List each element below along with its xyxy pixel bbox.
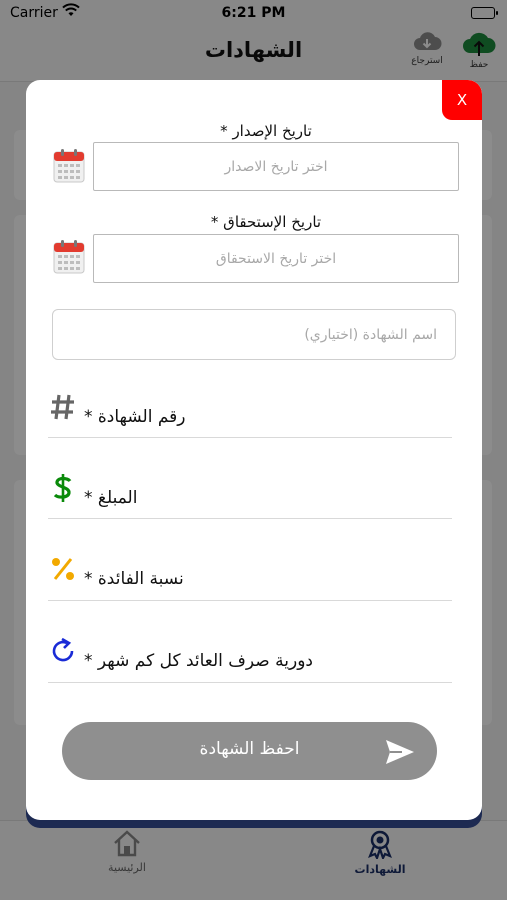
amount-field[interactable] (48, 518, 452, 519)
certificate-number-field[interactable] (48, 437, 452, 438)
percent-icon (48, 554, 78, 584)
save-certificate-button[interactable]: احفظ الشهادة (62, 722, 437, 780)
amount-label[interactable]: المبلغ * (84, 488, 137, 508)
issue-date-input[interactable] (93, 142, 459, 191)
interest-rate-field[interactable] (48, 600, 452, 601)
dollar-icon (48, 473, 78, 503)
calendar-icon[interactable] (53, 149, 85, 183)
hash-icon (48, 392, 78, 422)
maturity-date-input[interactable] (93, 234, 459, 283)
save-certificate-label: احفظ الشهادة (199, 739, 300, 759)
certificate-name-input[interactable] (52, 309, 456, 360)
certificate-number-label[interactable]: رقم الشهادة * (84, 407, 186, 427)
refresh-icon (48, 636, 78, 666)
payout-period-field[interactable] (48, 682, 452, 683)
add-certificate-modal: X تاريخ الإصدار * تاريخ الإستحقاق * (26, 80, 482, 820)
maturity-date-label: تاريخ الإستحقاق * (210, 213, 322, 231)
interest-rate-label[interactable]: نسبة الفائدة * (84, 569, 184, 589)
close-button[interactable]: X (442, 80, 482, 120)
issue-date-label: تاريخ الإصدار * (220, 122, 312, 140)
send-icon (384, 738, 416, 770)
calendar-icon[interactable] (53, 240, 85, 274)
payout-period-label[interactable]: دورية صرف العائد كل كم شهر * (84, 651, 313, 671)
